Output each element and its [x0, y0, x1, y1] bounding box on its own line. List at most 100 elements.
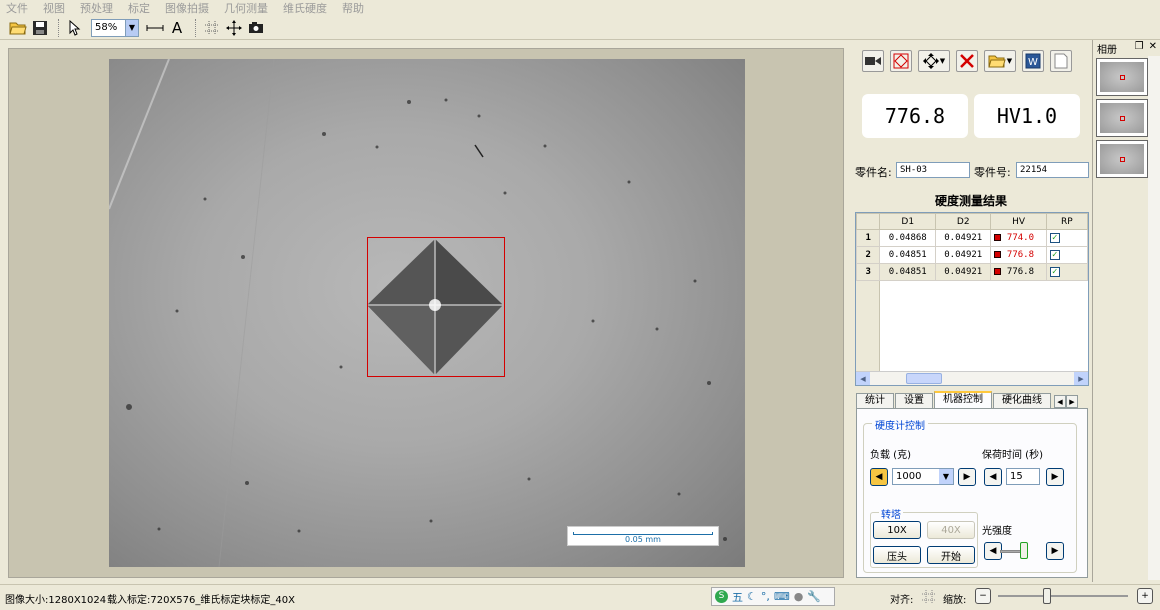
menu-geometry[interactable]: 几何测量: [224, 0, 268, 16]
indenter-button[interactable]: 压头: [873, 546, 921, 564]
scrollbar-thumb[interactable]: [906, 373, 942, 384]
ime-mode[interactable]: 五: [732, 589, 743, 605]
table-row[interactable]: 1 0.04868 0.04921 774.0 ✓: [856, 229, 1088, 247]
close-icon[interactable]: ✕: [1149, 41, 1157, 52]
menu-preprocess[interactable]: 预处理: [80, 0, 113, 16]
menu-view[interactable]: 视图: [43, 0, 65, 16]
text-tool-button[interactable]: A: [167, 18, 187, 38]
zoom-select[interactable]: 58% ▼: [91, 18, 139, 37]
measure-line-button[interactable]: [145, 18, 165, 38]
micrograph-image[interactable]: 0.05 mm: [109, 59, 745, 567]
rp-checkbox[interactable]: ✓: [1049, 250, 1060, 260]
zoom-slider[interactable]: [998, 595, 1128, 597]
pointer-button[interactable]: [65, 18, 85, 38]
delete-button[interactable]: [956, 50, 978, 72]
camera-button[interactable]: [246, 18, 266, 38]
table-row[interactable]: 3 0.04851 0.04921 776.8 ✓: [856, 263, 1088, 281]
dwell-decrease-button[interactable]: ◀: [984, 468, 1002, 486]
arrow-right-icon: ▶: [963, 472, 971, 482]
auto-measure-button[interactable]: [890, 50, 912, 72]
video-button[interactable]: [862, 50, 884, 72]
sogou-icon: S: [715, 590, 728, 603]
scroll-right-icon[interactable]: ▶: [1074, 372, 1088, 385]
album-thumbnail[interactable]: [1096, 140, 1148, 178]
move-tool-button[interactable]: ▼: [918, 50, 950, 72]
indent-marker: [1119, 74, 1125, 80]
album-scrollbar[interactable]: [1148, 56, 1160, 580]
album-thumbnail[interactable]: [1096, 99, 1148, 137]
word-document-icon: W: [1025, 53, 1041, 69]
table-row[interactable]: 2 0.04851 0.04921 776.8 ✓: [856, 246, 1088, 264]
open-file-button[interactable]: ▼: [984, 50, 1016, 72]
chevron-down-icon[interactable]: ▼: [125, 19, 138, 36]
cell-d2: 0.04921: [934, 263, 992, 281]
part-name-field[interactable]: SH-03: [896, 162, 970, 178]
zoom-in-button[interactable]: +: [1137, 588, 1153, 604]
album-title: 相册: [1097, 45, 1117, 56]
menu-bar: 文件 视图 预处理 标定 图像拍摄 几何测量 维氏硬度 帮助: [0, 0, 1160, 15]
menu-help[interactable]: 帮助: [342, 0, 364, 16]
dwell-increase-button[interactable]: ▶: [1046, 468, 1064, 486]
horizontal-scrollbar[interactable]: ◀ ▶: [856, 371, 1088, 385]
objective-40x-button[interactable]: 40X: [927, 521, 975, 539]
light-increase-button[interactable]: ▶: [1046, 542, 1064, 560]
load-decrease-button[interactable]: ◀: [870, 468, 888, 486]
tab-statistics[interactable]: 统计: [856, 393, 894, 408]
word-report-button[interactable]: W: [1022, 50, 1044, 72]
zoom-out-button[interactable]: −: [975, 588, 991, 604]
turret-group: 转塔 10X 40X 压头 开始: [870, 506, 978, 568]
menu-vickers[interactable]: 维氏硬度: [283, 0, 327, 16]
album-thumbnail[interactable]: [1096, 58, 1148, 96]
chevron-down-icon[interactable]: ▼: [940, 57, 945, 65]
camera-icon: [249, 21, 263, 33]
load-select[interactable]: 1000 ▼: [892, 468, 954, 485]
cursor-icon: [69, 19, 81, 36]
tab-hardening-curve[interactable]: 硬化曲线: [993, 393, 1051, 408]
ime-toolbar[interactable]: S 五 ☾ °, ⌨ ● 🔧: [711, 587, 835, 606]
restore-icon[interactable]: ❐: [1135, 41, 1144, 52]
results-table[interactable]: D1 D2 HV RP 1 0.04868 0.04921 774.0 ✓ 2 …: [855, 212, 1089, 386]
rp-checkbox[interactable]: ✓: [1049, 267, 1060, 277]
image-size-status: 图像大小:1280X1024: [5, 595, 107, 606]
new-document-button[interactable]: [1050, 50, 1072, 72]
measurement-panel: ▼ ▼ W 776.8 HV1.0 零件名: SH-03 零件号: 22154 …: [850, 42, 1092, 582]
tab-prev-icon[interactable]: ◀: [1054, 395, 1066, 408]
column-header-hv[interactable]: HV: [990, 213, 1047, 230]
load-increase-button[interactable]: ▶: [958, 468, 976, 486]
menu-file[interactable]: 文件: [6, 0, 28, 16]
tab-machine-control[interactable]: 机器控制: [934, 391, 992, 408]
column-header-d2[interactable]: D2: [934, 213, 992, 230]
status-bar: 图像大小:1280X1024 载入标定:720X576_维氏标定块标定_40X …: [0, 584, 1160, 610]
cell-d2: 0.04921: [934, 229, 992, 247]
chevron-down-icon[interactable]: ▼: [1007, 57, 1012, 65]
tab-settings[interactable]: 设置: [895, 393, 933, 408]
calibration-status: 载入标定:720X576_维氏标定块标定_40X: [107, 595, 295, 606]
menu-calibration[interactable]: 标定: [128, 0, 150, 16]
cell-hv: 776.8: [990, 246, 1047, 264]
indent-measurement-box[interactable]: [367, 237, 505, 377]
hv-value: 776.8: [1006, 267, 1034, 277]
column-header-rp[interactable]: RP: [1045, 213, 1088, 230]
grid-button[interactable]: [202, 18, 222, 38]
start-button[interactable]: 开始: [927, 546, 975, 564]
chevron-down-icon[interactable]: ▼: [939, 469, 953, 484]
menu-capture[interactable]: 图像拍摄: [165, 0, 209, 16]
zoom-slider-thumb[interactable]: [1043, 588, 1051, 604]
rp-checkbox[interactable]: ✓: [1049, 233, 1060, 243]
column-header-index: [856, 213, 881, 230]
image-viewport[interactable]: 0.05 mm: [8, 48, 844, 578]
dwell-time-field[interactable]: 15: [1006, 468, 1040, 485]
crosshair-button[interactable]: [224, 18, 244, 38]
objective-10x-button[interactable]: 10X: [873, 521, 921, 539]
row-index: 2: [856, 246, 881, 264]
tab-next-icon[interactable]: ▶: [1066, 395, 1078, 408]
light-slider-thumb[interactable]: [1020, 542, 1028, 559]
open-folder-button[interactable]: [8, 18, 28, 38]
part-number-field[interactable]: 22154: [1016, 162, 1089, 178]
scale-bar: 0.05 mm: [567, 526, 719, 546]
column-header-d1[interactable]: D1: [879, 213, 936, 230]
scroll-left-icon[interactable]: ◀: [856, 372, 870, 385]
save-button[interactable]: [30, 18, 50, 38]
align-grid-icon[interactable]: [922, 590, 936, 604]
keyboard-icon: ⌨: [773, 590, 790, 603]
